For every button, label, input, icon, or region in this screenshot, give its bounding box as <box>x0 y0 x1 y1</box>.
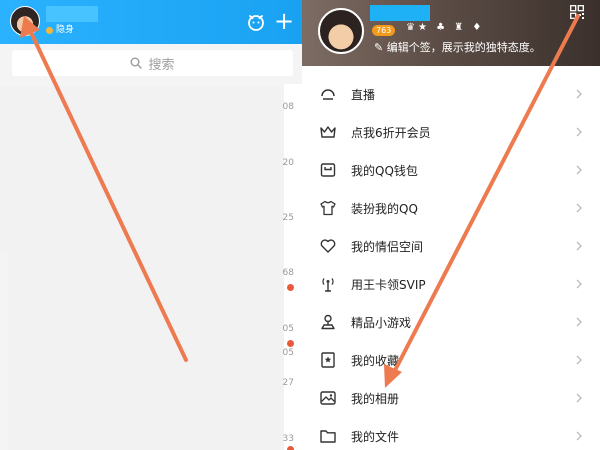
game-icon <box>318 312 338 332</box>
list-item-time: 33 <box>282 434 294 444</box>
chevron-right-icon <box>576 89 582 99</box>
list-item-time: 20 <box>282 158 294 168</box>
qr-code-icon[interactable] <box>570 5 584 19</box>
unread-dot <box>287 284 294 291</box>
level-badge: 763 <box>372 25 396 36</box>
menu-label: 我的文件 <box>351 429 400 444</box>
photo-album-icon <box>318 388 338 408</box>
menu-label: 精品小游戏 <box>351 315 412 330</box>
crown-icon <box>318 122 338 142</box>
profile-avatar[interactable] <box>318 8 364 54</box>
left-panel: 隐身 + 搜索 08 20 25 68 05 05 27 33 <box>0 0 302 450</box>
chevron-right-icon <box>576 317 582 327</box>
menu-label: 装扮我的QQ <box>351 201 418 216</box>
search-placeholder: 搜索 <box>148 57 175 73</box>
folder-icon <box>318 426 338 446</box>
menu-item-dress-up[interactable]: 装扮我的QQ <box>302 189 600 227</box>
heart-icon <box>318 236 338 256</box>
list-item-time: 68 <box>282 268 294 278</box>
chevron-right-icon <box>576 165 582 175</box>
bookmark-icon <box>318 350 338 370</box>
alarm-icon[interactable] <box>246 12 266 32</box>
avatar[interactable] <box>10 6 40 36</box>
menu-item-wallet[interactable]: 我的QQ钱包 <box>302 151 600 189</box>
list-item-time: 25 <box>282 213 294 223</box>
add-icon[interactable]: + <box>274 9 294 33</box>
wallet-icon <box>318 160 338 180</box>
chevron-right-icon <box>576 241 582 251</box>
menu-label: 我的情侣空间 <box>351 239 424 254</box>
chat-list-area <box>0 86 290 251</box>
chevron-right-icon <box>576 203 582 213</box>
unread-dot <box>287 446 294 450</box>
chat-time-strip: 08 20 25 68 05 05 27 33 <box>282 84 302 450</box>
online-status[interactable]: 隐身 <box>56 24 74 36</box>
menu-item-mini-games[interactable]: 精品小游戏 <box>302 303 600 341</box>
chat-list-area-lower <box>8 251 290 450</box>
menu-item-favorites[interactable]: 我的收藏 <box>302 341 600 379</box>
menu-item-photo-album[interactable]: 我的相册 <box>302 379 600 417</box>
menu-label: 用王卡领SVIP <box>351 277 426 292</box>
menu-item-live[interactable]: 直播 <box>302 75 600 113</box>
menu-label: 我的QQ钱包 <box>351 163 418 178</box>
chevron-right-icon <box>576 393 582 403</box>
signal-icon <box>318 274 338 294</box>
live-icon <box>318 84 338 104</box>
chevron-right-icon <box>576 355 582 365</box>
drawer-menu: 直播 点我6折开会员 我的QQ钱包 装扮我的QQ 我的情侣空间 用王卡领SVIP… <box>302 75 600 450</box>
list-item-time: 05 <box>282 348 294 358</box>
status-dot-icon <box>46 27 53 34</box>
list-item-time: 08 <box>282 102 294 112</box>
menu-label: 我的相册 <box>351 391 400 406</box>
list-item-time: 27 <box>282 378 294 388</box>
menu-label: 直播 <box>351 87 376 102</box>
profile-header: 763 ♛★ ♣ ♜ ♦ ✎ 编辑个签，展示我的独特态度。 <box>302 0 600 66</box>
chevron-right-icon <box>576 431 582 441</box>
menu-item-couple-space[interactable]: 我的情侣空间 <box>302 227 600 265</box>
list-item-time: 05 <box>282 324 294 334</box>
menu-item-vip[interactable]: 点我6折开会员 <box>302 113 600 151</box>
search-input[interactable]: 搜索 <box>12 50 293 76</box>
level-value: 763 <box>376 26 392 35</box>
menu-label: 点我6折开会员 <box>351 125 431 140</box>
redacted-profile-name <box>370 5 430 21</box>
search-icon <box>130 57 143 69</box>
left-header: 隐身 + <box>0 0 302 44</box>
chevron-right-icon <box>576 127 582 137</box>
signature[interactable]: ✎ 编辑个签，展示我的独特态度。 <box>374 39 541 55</box>
chevron-right-icon <box>576 279 582 289</box>
redacted-username <box>46 6 98 22</box>
shirt-icon <box>318 198 338 218</box>
menu-item-my-files[interactable]: 我的文件 <box>302 417 600 450</box>
menu-label: 我的收藏 <box>351 353 400 368</box>
right-drawer: 763 ♛★ ♣ ♜ ♦ ✎ 编辑个签，展示我的独特态度。 直播 点我6折开会员 <box>302 0 600 450</box>
menu-item-king-card[interactable]: 用王卡领SVIP <box>302 265 600 303</box>
vip-badges-icon[interactable]: ♛★ ♣ ♜ ♦ <box>406 22 484 33</box>
unread-dot <box>287 340 294 347</box>
